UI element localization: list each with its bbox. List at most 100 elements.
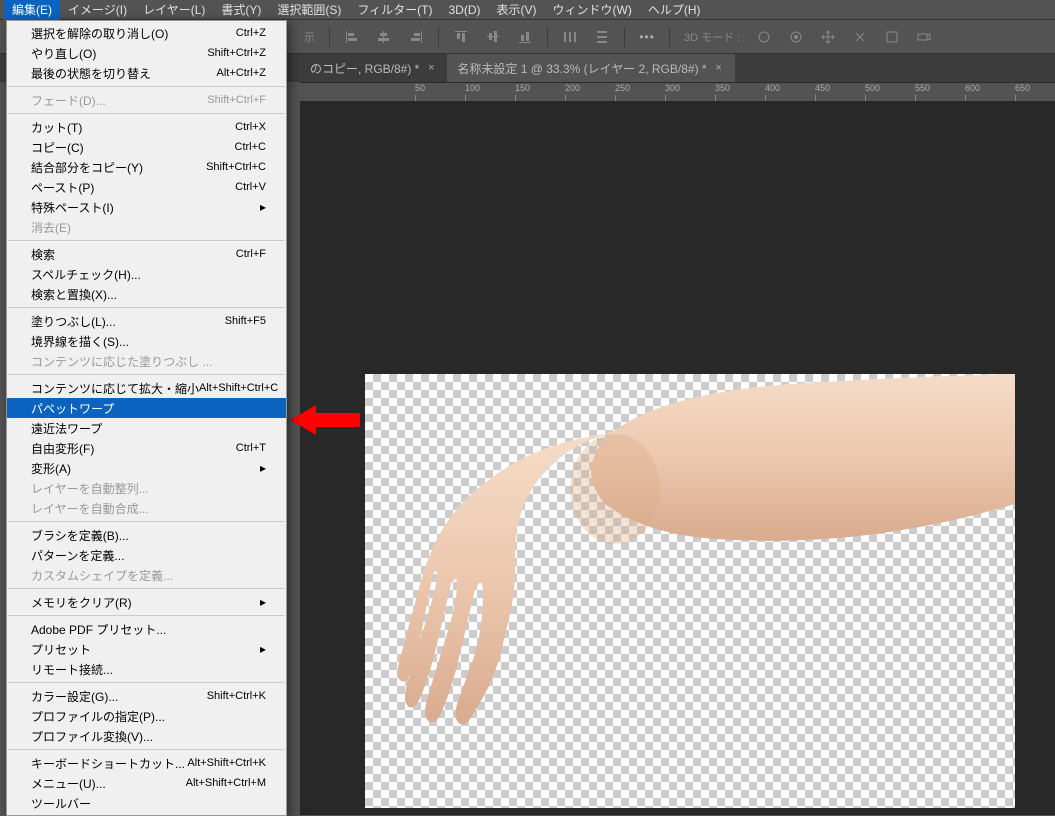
menu-item-label: 最後の状態を切り替え [31,65,216,82]
canvas[interactable] [365,374,1015,808]
menu-help[interactable]: ヘルプ(H) [640,0,709,20]
menu-filter[interactable]: フィルター(T) [349,0,440,20]
menu-item-shortcut: Ctrl+X [235,121,266,133]
menu-item[interactable]: プロファイル変換(V)... [7,726,286,746]
menu-edit[interactable]: 編集(E) [4,0,60,20]
menu-item[interactable]: プリセット▸ [7,639,286,659]
menu-item-shortcut: Alt+Shift+Ctrl+M [186,777,266,789]
ruler-tick: 600 [965,83,980,93]
menu-view[interactable]: 表示(V) [489,0,545,20]
menu-3d[interactable]: 3D(D) [441,1,489,19]
menu-item[interactable]: 結合部分をコピー(Y)Shift+Ctrl+C [7,157,286,177]
menu-item[interactable]: 選択を解除の取り消し(O)Ctrl+Z [7,23,286,43]
menu-item-label: 選択を解除の取り消し(O) [31,25,236,42]
align-center-h-icon[interactable] [372,25,396,49]
menu-item-label: 変形(A) [31,460,254,477]
menu-item-label: メニュー(U)... [31,775,186,792]
menu-item[interactable]: メニュー(U)...Alt+Shift+Ctrl+M [7,773,286,793]
ruler-tick: 150 [515,83,530,93]
menu-item-shortcut: Ctrl+T [236,442,266,454]
menu-item-shortcut: Ctrl+Z [236,27,266,39]
close-icon[interactable]: × [713,62,725,74]
menu-item: フェード(D)...Shift+Ctrl+F [7,90,286,110]
submenu-arrow-icon: ▸ [254,595,266,609]
menu-item[interactable]: 最後の状態を切り替えAlt+Ctrl+Z [7,63,286,83]
more-icon[interactable]: ••• [635,25,659,49]
close-icon[interactable]: × [425,62,437,74]
menu-item[interactable]: パターンを定義... [7,545,286,565]
rotate-icon[interactable] [784,25,808,49]
menu-item[interactable]: 境界線を描く(S)... [7,331,286,351]
menu-item[interactable]: ブラシを定義(B)... [7,525,286,545]
align-middle-icon[interactable] [481,25,505,49]
ruler-tick: 650 [1015,83,1030,93]
distribute-h-icon[interactable] [558,25,582,49]
menu-item-label: 検索と置換(X)... [31,286,266,303]
menu-item[interactable]: カラー設定(G)...Shift+Ctrl+K [7,686,286,706]
ruler-tick: 300 [665,83,680,93]
menu-select[interactable]: 選択範囲(S) [269,0,349,20]
menu-item-label: 特殊ペースト(I) [31,199,254,216]
menu-item-label: コンテンツに応じて拡大・縮小 [31,380,199,397]
menu-item[interactable]: コンテンツに応じて拡大・縮小Alt+Shift+Ctrl+C [7,378,286,398]
menu-item-label: フェード(D)... [31,92,207,109]
document-tab-2[interactable]: 名称未設定 1 @ 33.3% (レイヤー 2, RGB/8#) * × [447,54,734,82]
separator [329,27,330,47]
distribute-v-icon[interactable] [590,25,614,49]
menu-item-label: レイヤーを自動整列... [31,480,266,497]
align-top-icon[interactable] [449,25,473,49]
align-right-icon[interactable] [404,25,428,49]
menu-item-shortcut: Shift+Ctrl+K [207,690,266,702]
menu-item[interactable]: パペットワープ [7,398,286,418]
canvas-area[interactable] [300,102,1055,815]
ruler-tick: 550 [915,83,930,93]
menu-item-shortcut: Alt+Ctrl+Z [216,67,266,79]
menu-image[interactable]: イメージ(I) [60,0,135,20]
menu-item[interactable]: 特殊ペースト(I)▸ [7,197,286,217]
camera-icon[interactable] [912,25,936,49]
menu-item[interactable]: 検索Ctrl+F [7,244,286,264]
menu-item-label: レイヤーを自動合成... [31,500,266,517]
menu-item-label: 検索 [31,246,236,263]
slide-icon[interactable] [848,25,872,49]
menu-item[interactable]: 遠近法ワープ [7,418,286,438]
menu-item[interactable]: スペルチェック(H)... [7,264,286,284]
menu-window[interactable]: ウィンドウ(W) [545,0,640,20]
menu-item[interactable]: 自由変形(F)Ctrl+T [7,438,286,458]
menu-type[interactable]: 書式(Y) [213,0,269,20]
menu-item[interactable]: コピー(C)Ctrl+C [7,137,286,157]
submenu-arrow-icon: ▸ [254,642,266,656]
orbit-icon[interactable] [752,25,776,49]
menu-item-label: やり直し(O) [31,45,207,62]
menu-item[interactable]: メモリをクリア(R)▸ [7,592,286,612]
menu-item[interactable]: リモート接続... [7,659,286,679]
menu-item[interactable]: 変形(A)▸ [7,458,286,478]
menu-item-label: カット(T) [31,119,235,136]
menu-item-shortcut: Ctrl+V [235,181,266,193]
menu-item[interactable]: 塗りつぶし(L)...Shift+F5 [7,311,286,331]
menu-item[interactable]: Adobe PDF プリセット... [7,619,286,639]
menu-item[interactable]: プロファイルの指定(P)... [7,706,286,726]
annotation-arrow [290,405,360,435]
menu-item-label: ペースト(P) [31,179,235,196]
document-tab-1[interactable]: のコピー, RGB/8#) * × [300,54,447,82]
scale-icon[interactable] [880,25,904,49]
menu-item[interactable]: ペースト(P)Ctrl+V [7,177,286,197]
menu-item[interactable]: カット(T)Ctrl+X [7,117,286,137]
menu-layer[interactable]: レイヤー(L) [135,0,213,20]
menu-item-label: カラー設定(G)... [31,688,207,705]
menu-item[interactable]: やり直し(O)Shift+Ctrl+Z [7,43,286,63]
menu-item[interactable]: キーボードショートカット...Alt+Shift+Ctrl+K [7,753,286,773]
menu-item-shortcut: Ctrl+F [236,248,266,260]
pan-icon[interactable] [816,25,840,49]
menu-item-label: Adobe PDF プリセット... [31,621,266,638]
menu-item-label: キーボードショートカット... [31,755,187,772]
menu-item[interactable]: 検索と置換(X)... [7,284,286,304]
ruler-tick: 350 [715,83,730,93]
menu-item-label: 塗りつぶし(L)... [31,313,225,330]
menu-item: カスタムシェイプを定義... [7,565,286,585]
menu-item[interactable]: ツールバー [7,793,286,813]
separator [547,27,548,47]
align-left-icon[interactable] [340,25,364,49]
align-bottom-icon[interactable] [513,25,537,49]
